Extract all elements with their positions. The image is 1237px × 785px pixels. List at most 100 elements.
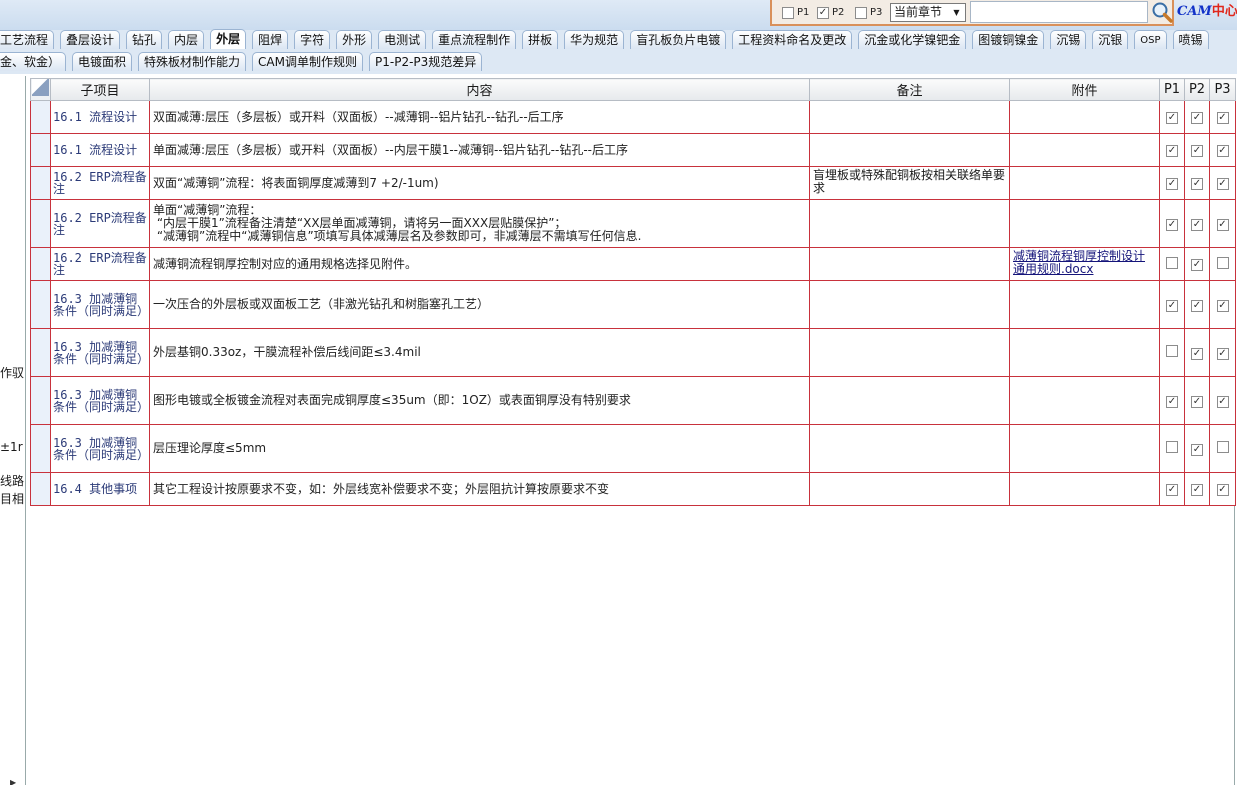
col-content[interactable]: 内容 — [149, 78, 810, 101]
tab-chapter[interactable]: 金、软金） — [0, 52, 67, 71]
tab-active[interactable]: 外层 — [210, 29, 247, 49]
p3-checkbox[interactable]: ✓ — [1216, 145, 1229, 157]
cell-p2: ✓ — [1184, 376, 1210, 425]
tab-chapter[interactable]: 盲孔板负片电镀 — [630, 30, 727, 49]
p1-checkbox[interactable] — [1166, 345, 1178, 357]
cell-p1: ✓ — [1159, 280, 1185, 329]
tab-chapter[interactable]: 内层 — [168, 30, 205, 49]
select-all-cell[interactable] — [30, 78, 51, 101]
tab-chapter[interactable]: 图镀铜镍金 — [972, 30, 1045, 49]
tab-chapter[interactable]: 叠层设计 — [60, 30, 121, 49]
tab-chapter[interactable]: 特殊板材制作能力 — [138, 52, 247, 71]
table-row[interactable]: 16.2 ERP流程备注 双面“减薄铜”流程：将表面铜厚度减薄到7 +2/-1um… — [30, 166, 1236, 200]
col-p1[interactable]: P1 — [1159, 78, 1185, 101]
p1-checkbox[interactable]: ✓ — [1166, 112, 1178, 124]
tab-chapter[interactable]: OSP — [1134, 30, 1167, 49]
table-row[interactable]: 16.2 ERP流程备注 减薄铜流程铜厚控制对应的通用规格选择见附件。 减薄铜流程铜… — [30, 247, 1236, 281]
col-p3[interactable]: P3 — [1209, 78, 1236, 101]
tab-chapter[interactable]: P1-P2-P3规范差异 — [369, 52, 483, 71]
filter-p2-checkbox[interactable]: ✓ — [817, 6, 829, 19]
tab-chapter[interactable]: 重点流程制作 — [432, 30, 517, 49]
row-selector[interactable] — [30, 328, 51, 377]
table-row[interactable]: 16.3 加减薄铜条件（同时满足） 层压理论厚度≤5mm ✓ — [30, 424, 1236, 473]
filter-p1[interactable]: P1 — [782, 5, 809, 20]
search-button[interactable] — [1150, 0, 1174, 24]
tab-chapter[interactable]: 钻孔 — [126, 30, 163, 49]
p1-checkbox[interactable]: ✓ — [1166, 218, 1178, 231]
row-selector[interactable] — [30, 472, 51, 506]
p2-checkbox[interactable]: ✓ — [1191, 395, 1203, 408]
row-selector[interactable] — [30, 280, 51, 329]
p2-checkbox[interactable]: ✓ — [1191, 484, 1203, 496]
table-row[interactable]: 16.2 ERP流程备注 单面“减薄铜”流程： “内层干膜1”流程备注清楚“XX层… — [30, 199, 1236, 248]
tab-chapter[interactable]: 沉金或化学镍钯金 — [858, 30, 967, 49]
tab-chapter[interactable]: 阻焊 — [252, 30, 289, 49]
tab-chapter[interactable]: 工程资料命名及更改 — [732, 30, 853, 49]
table-row[interactable]: 16.1 流程设计 双面减薄:层压（多层板）或开料（双面板）--减薄铜--铝片钻孔… — [30, 100, 1236, 134]
tab-chapter[interactable]: CAM调单制作规则 — [252, 52, 363, 71]
row-selector[interactable] — [30, 166, 51, 200]
p3-checkbox[interactable]: ✓ — [1216, 178, 1229, 190]
p1-checkbox[interactable]: ✓ — [1166, 484, 1178, 496]
col-attachment[interactable]: 附件 — [1009, 78, 1160, 101]
p1-checkbox[interactable]: ✓ — [1166, 395, 1178, 408]
p1-checkbox[interactable]: ✓ — [1166, 178, 1178, 190]
p2-checkbox[interactable]: ✓ — [1191, 145, 1203, 157]
filter-p3-checkbox[interactable] — [855, 6, 867, 19]
p2-checkbox[interactable]: ✓ — [1191, 347, 1203, 360]
attachment-link[interactable]: 减薄铜流程铜厚控制设计通用规则.docx — [1013, 249, 1145, 276]
cell-note — [809, 247, 1010, 281]
p3-checkbox[interactable]: ✓ — [1216, 395, 1229, 408]
row-selector[interactable] — [30, 376, 51, 425]
row-selector[interactable] — [30, 133, 51, 167]
tab-chapter[interactable]: 华为规范 — [564, 30, 625, 49]
scope-select[interactable]: 当前章节 ▼ — [890, 3, 966, 22]
tab-chapter[interactable]: 电测试 — [378, 30, 427, 49]
table-row[interactable]: 16.3 加减薄铜条件（同时满足） 一次压合的外层板或双面板工艺（非激光钻孔和树脂… — [30, 280, 1236, 329]
p3-checkbox[interactable] — [1216, 441, 1229, 453]
p1-checkbox[interactable]: ✓ — [1166, 145, 1178, 157]
tab-chapter[interactable]: 外形 — [336, 30, 373, 49]
col-p2[interactable]: P2 — [1184, 78, 1210, 101]
table-row[interactable]: 16.3 加减薄铜条件（同时满足） 外层基铜0.33oz，干膜流程补偿后线间距≤3… — [30, 328, 1236, 377]
p1-checkbox[interactable] — [1166, 256, 1178, 269]
p3-checkbox[interactable]: ✓ — [1216, 484, 1229, 496]
p2-checkbox[interactable]: ✓ — [1191, 299, 1203, 312]
tab-chapter[interactable]: 拼板 — [522, 30, 559, 49]
tab-row-1: 工艺流程 叠层设计 钻孔 内层 外层 阻焊 字符 外形 电测试 重点流程制作 拼板 华为规范 盲孔板负片… — [0, 29, 1215, 49]
table-row[interactable]: 16.1 流程设计 单面减薄:层压（多层板）或开料（双面板）--内层干膜1--减薄… — [30, 133, 1236, 167]
tab-chapter[interactable]: 喷锡 — [1172, 30, 1209, 49]
row-selector[interactable] — [30, 247, 51, 281]
filter-p2[interactable]: ✓ P2 — [817, 5, 844, 20]
row-selector[interactable] — [30, 199, 51, 248]
tab-chapter[interactable]: 电镀面积 — [72, 52, 133, 71]
tab-chapter[interactable]: 沉锡 — [1050, 30, 1087, 49]
filter-p1-checkbox[interactable] — [782, 6, 794, 19]
row-selector[interactable] — [30, 424, 51, 473]
table-row[interactable]: 16.4 其他事项 其它工程设计按原要求不变，如：外层线宽补偿要求不变；外层阻抗计… — [30, 472, 1236, 506]
p3-checkbox[interactable]: ✓ — [1216, 347, 1229, 360]
cell-p1: ✓ — [1159, 166, 1185, 200]
p2-checkbox[interactable]: ✓ — [1191, 218, 1203, 231]
p3-checkbox[interactable]: ✓ — [1216, 299, 1229, 312]
tab-chapter[interactable]: 沉银 — [1092, 30, 1129, 49]
cell-p3: ✓ — [1209, 199, 1236, 248]
p1-checkbox[interactable] — [1166, 441, 1178, 453]
col-note[interactable]: 备注 — [809, 78, 1010, 101]
p2-checkbox[interactable]: ✓ — [1191, 259, 1203, 271]
row-selector[interactable] — [30, 100, 51, 134]
p3-checkbox[interactable]: ✓ — [1216, 112, 1229, 124]
scroll-right-icon[interactable]: ▶ — [10, 776, 16, 785]
tab-chapter[interactable]: 字符 — [294, 30, 331, 49]
tab-chapter[interactable]: 工艺流程 — [0, 30, 55, 49]
p3-checkbox[interactable]: ✓ — [1216, 218, 1229, 231]
p3-checkbox[interactable] — [1216, 256, 1229, 269]
p2-checkbox[interactable]: ✓ — [1191, 443, 1203, 456]
filter-p3[interactable]: P3 — [855, 5, 882, 20]
p2-checkbox[interactable]: ✓ — [1191, 178, 1203, 190]
col-subitem[interactable]: 子项目 — [50, 78, 150, 101]
p1-checkbox[interactable]: ✓ — [1166, 299, 1178, 312]
table-row[interactable]: 16.3 加减薄铜条件（同时满足） 图形电镀或全板镀金流程对表面完成铜厚度≤35u… — [30, 376, 1236, 425]
p2-checkbox[interactable]: ✓ — [1191, 112, 1203, 124]
search-input[interactable] — [970, 1, 1148, 23]
